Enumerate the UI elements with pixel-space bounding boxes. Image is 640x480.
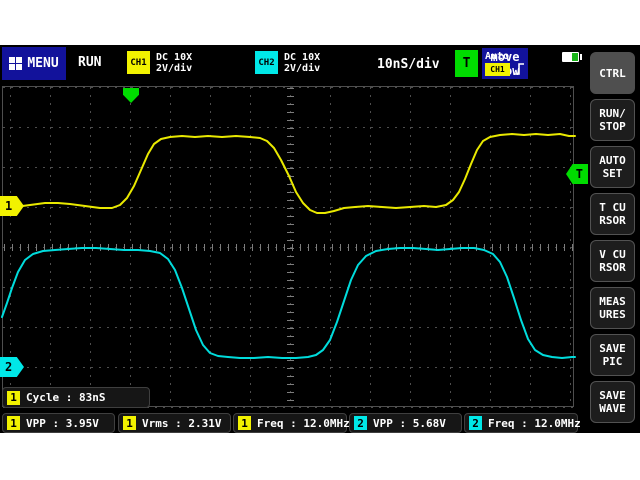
sidebar-button-save-wave[interactable]: SAVE WAVE [590,381,635,423]
ch2-settings: DC 10X 2V/div [284,52,320,74]
channel-badge: 2 [354,416,367,430]
trigger-mode-label: Auto [485,51,509,62]
timebase-readout[interactable]: 10nS/div [377,57,440,72]
menu-button[interactable]: MENU [2,47,66,80]
cycle-readout: 1 Cycle : 83nS [2,387,150,408]
ch1-badge[interactable]: CH1 [127,51,150,74]
measurement-ch2-freq: 2 Freq : 12.0MHz [464,413,578,433]
sidebar-button-save-pic[interactable]: SAVE PIC [590,334,635,376]
sidebar-button-t-cursor[interactable]: T CU RSOR [590,193,635,235]
channel-badge: 2 [469,416,482,430]
measurement-ch2-vpp: 2 VPP : 5.68V [349,413,462,433]
trigger-source-badge[interactable]: CH1 [485,63,510,76]
menu-label: MENU [27,56,58,71]
measurement-text: Freq : 12.0MHz [257,417,350,430]
channel-badge: 1 [7,416,20,430]
sidebar-button-v-cursor[interactable]: V CU RSOR [590,240,635,282]
menu-grid-icon [9,57,22,70]
measurement-text: Freq : 12.0MHz [488,417,581,430]
cycle-text: Cycle : 83nS [26,391,105,404]
sidebar-button-measures[interactable]: MEAS URES [590,287,635,329]
measurement-ch1-vrms: 1 Vrms : 2.31V [118,413,231,433]
sidebar-button-ctrl[interactable]: CTRL [590,52,635,94]
channel-badge: 1 [7,391,20,405]
channel-badge: 1 [238,416,251,430]
acquisition-status: RUN [78,55,101,70]
sidebar-button-auto-set[interactable]: AUTO SET [590,146,635,188]
measurement-ch1-freq: 1 Freq : 12.0MHz [233,413,347,433]
battery-icon [562,52,579,62]
measurement-ch1-vpp: 1 VPP : 3.95V [2,413,115,433]
center-vertical-ticks [287,88,294,406]
channel-badge: 1 [123,416,136,430]
measurement-text: VPP : 5.68V [373,417,446,430]
trigger-badge[interactable]: T [455,50,478,77]
measurement-text: Vrms : 2.31V [142,417,221,430]
oscilloscope-screenshot: 1 2 T MENU RUN CH1 DC 10X 2V/div CH2 DC … [0,0,640,480]
sidebar-button-run-stop[interactable]: RUN/ STOP [590,99,635,141]
measurement-text: VPP : 3.95V [26,417,99,430]
rising-edge-trigger-icon [514,62,525,76]
ch2-badge[interactable]: CH2 [255,51,278,74]
ch1-settings: DC 10X 2V/div [156,52,192,74]
